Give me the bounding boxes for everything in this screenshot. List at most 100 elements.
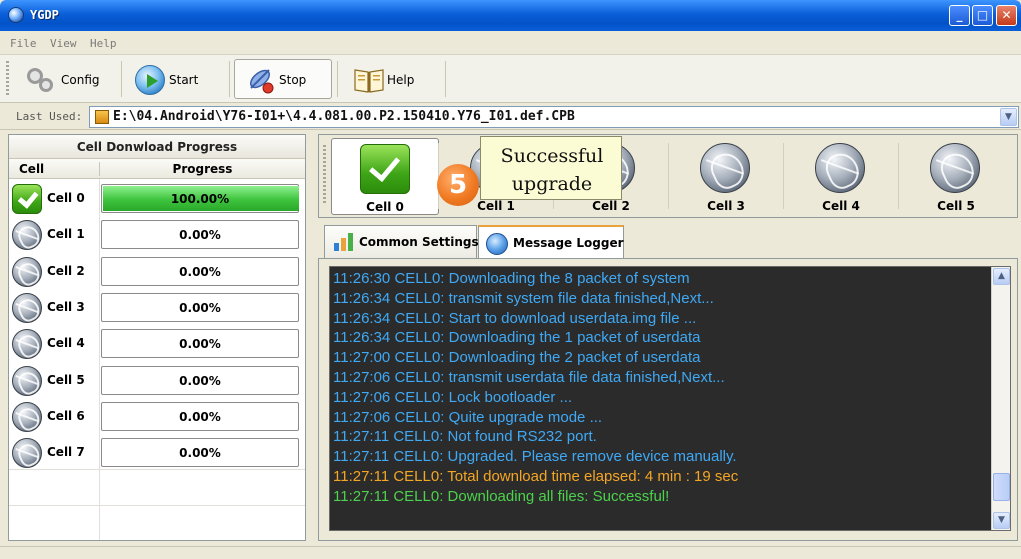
message-logger-panel: 11:26:30 CELL0: Downloading the 8 packet… — [318, 258, 1018, 541]
strip-separator — [668, 143, 669, 209]
toolbar: Config Start Stop Help — [0, 55, 1021, 103]
start-label: Start — [169, 73, 199, 87]
table-row[interactable]: Cell 1 0.00% — [9, 217, 305, 253]
cell-button-3[interactable]: Cell 3 — [672, 138, 780, 215]
cell-name: Cell 2 — [47, 263, 85, 278]
menu-help[interactable]: Help — [90, 37, 117, 50]
log-line: 11:26:34 CELL0: Downloading the 1 packet… — [333, 329, 701, 347]
cell-download-progress-panel: Cell Donwload Progress Cell Progress Cel… — [8, 134, 306, 541]
cell-name: Cell 3 — [47, 299, 85, 314]
toolbar-separator — [229, 61, 230, 97]
help-button[interactable]: Help — [340, 59, 440, 99]
cell-button-4[interactable]: Cell 4 — [787, 138, 895, 215]
status-bar — [0, 546, 1021, 559]
log-line: 11:26:34 CELL0: transmit system file dat… — [333, 289, 714, 307]
log-line: 11:26:30 CELL0: Downloading the 8 packet… — [333, 270, 690, 287]
toolbar-grip[interactable] — [6, 61, 9, 95]
progress-text: 0.00% — [179, 409, 221, 424]
title-bar[interactable]: YGDP _ □ ✕ — [0, 0, 1021, 31]
panel-title: Cell Donwload Progress — [9, 135, 305, 159]
globe-icon — [12, 365, 42, 396]
cell-button-label: Cell 3 — [707, 199, 745, 213]
config-button[interactable]: Config — [14, 59, 114, 99]
table-row[interactable]: Cell 4 0.00% — [9, 326, 305, 362]
table-row[interactable]: Cell 6 0.00% — [9, 399, 305, 435]
col-header-progress: Progress — [99, 162, 305, 176]
close-button[interactable]: ✕ — [996, 5, 1017, 26]
chevron-down-icon[interactable]: ▼ — [1000, 108, 1017, 126]
toolbar-separator — [121, 61, 122, 97]
globe-icon — [486, 233, 508, 255]
last-used-combobox[interactable]: E:\04.Android\Y76-I01+\4.4.081.00.P2.150… — [89, 106, 1019, 128]
cell-name: Cell 4 — [47, 336, 85, 351]
menu-file[interactable]: File — [10, 37, 37, 50]
progress-bar: 0.00% — [101, 256, 299, 286]
cell-button-5[interactable]: Cell 5 — [902, 138, 1010, 215]
progress-text: 0.00% — [179, 264, 221, 279]
successful-upgrade-callout: Successful upgrade — [480, 136, 622, 200]
table-row[interactable]: Cell 7 0.00% — [9, 435, 305, 471]
cell-name: Cell 1 — [47, 227, 85, 242]
maximize-button[interactable]: □ — [972, 5, 993, 26]
message-log[interactable]: 11:26:30 CELL0: Downloading the 8 packet… — [329, 266, 1011, 531]
minimize-button[interactable]: _ — [949, 5, 970, 26]
tab-common-settings[interactable]: Common Settings — [324, 225, 479, 258]
scroll-thumb[interactable] — [993, 473, 1010, 501]
progress-bar: 0.00% — [101, 292, 299, 322]
check-icon — [12, 184, 42, 214]
globe-icon — [700, 143, 750, 193]
stop-icon — [249, 69, 274, 94]
cell-name: Cell 5 — [47, 372, 85, 387]
gears-icon — [27, 66, 55, 94]
config-label: Config — [61, 73, 100, 87]
log-line: 11:27:11 CELL0: Total download time elap… — [333, 468, 739, 485]
stop-button[interactable]: Stop — [234, 59, 332, 99]
log-line: 11:26:34 CELL0: Start to download userda… — [333, 309, 697, 327]
globe-icon — [815, 143, 865, 193]
col-header-cell: Cell — [19, 162, 45, 176]
progress-text: 0.00% — [179, 228, 221, 243]
globe-icon — [12, 292, 42, 323]
step-number-badge: 5 — [437, 164, 479, 206]
row-divider — [9, 469, 305, 470]
check-icon — [360, 144, 410, 194]
progress-bar: 0.00% — [101, 401, 299, 431]
cell-name: Cell 6 — [47, 408, 85, 423]
help-label: Help — [387, 73, 415, 87]
cell-name: Cell 0 — [47, 191, 85, 205]
app-icon — [8, 7, 24, 23]
callout-line-2: upgrade — [511, 173, 593, 195]
globe-icon — [12, 329, 42, 360]
cell-button-0[interactable]: Cell 0 — [331, 138, 439, 215]
table-row[interactable]: Cell 3 0.00% — [9, 290, 305, 326]
last-used-row: Last Used: E:\04.Android\Y76-I01+\4.4.08… — [0, 104, 1021, 130]
scroll-up-icon[interactable]: ▲ — [993, 268, 1010, 285]
tab-label: Message Logger — [513, 236, 624, 250]
last-used-path: E:\04.Android\Y76-I01+\4.4.081.00.P2.150… — [113, 109, 575, 124]
row-divider — [9, 505, 305, 506]
window-title: YGDP — [30, 8, 59, 22]
file-icon — [95, 110, 109, 124]
table-row[interactable]: Cell 2 0.00% — [9, 254, 305, 290]
strip-grip[interactable] — [323, 145, 326, 205]
progress-text: 0.00% — [179, 373, 221, 388]
strip-separator — [898, 143, 899, 209]
progress-bar: 100.00% — [101, 184, 299, 213]
log-scrollbar[interactable]: ▲ ▼ — [991, 267, 1010, 530]
progress-bar: 0.00% — [101, 438, 299, 468]
progress-text: 0.00% — [179, 446, 221, 461]
start-button[interactable]: Start — [124, 59, 224, 99]
stop-label: Stop — [279, 73, 307, 87]
menu-view[interactable]: View — [50, 37, 77, 50]
globe-icon — [12, 256, 42, 287]
tab-message-logger[interactable]: Message Logger — [478, 225, 624, 259]
play-icon — [135, 65, 165, 95]
progress-text: 0.00% — [179, 337, 221, 352]
table-row[interactable]: Cell 5 0.00% — [9, 363, 305, 399]
table-row[interactable]: Cell 0 100.00% — [9, 181, 305, 217]
toolbar-separator — [445, 61, 446, 97]
callout-line-1: Successful — [500, 145, 604, 167]
tab-bar: Common Settings Message Logger — [318, 222, 1018, 259]
strip-separator — [783, 143, 784, 209]
scroll-down-icon[interactable]: ▼ — [993, 512, 1010, 529]
